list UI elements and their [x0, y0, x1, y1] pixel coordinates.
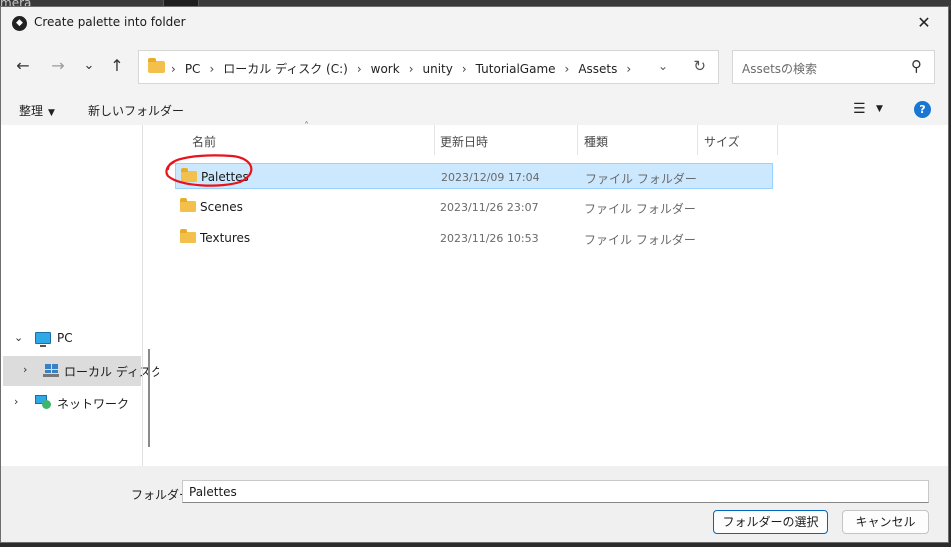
column-divider[interactable] — [434, 125, 435, 155]
search-box[interactable]: Assetsの検索 ⚲ — [732, 50, 935, 84]
cancel-button[interactable]: キャンセル — [842, 510, 929, 534]
view-options-icon[interactable]: ☰ — [853, 101, 866, 117]
breadcrumb-separator: › — [171, 61, 176, 76]
navigation-pane: ⌄ PC › ローカル ディスク › ネットワーク — [1, 125, 163, 466]
recent-locations-chevron-icon[interactable]: ⌄ — [78, 55, 100, 77]
chevron-right-icon[interactable]: › — [23, 363, 27, 376]
file-type: ファイル フォルダー — [584, 202, 696, 216]
help-icon[interactable]: ? — [914, 101, 931, 118]
file-type: ファイル フォルダー — [585, 172, 697, 186]
view-caret-icon[interactable]: ▼ — [876, 104, 883, 114]
folder-name-field[interactable]: Palettes — [182, 480, 929, 503]
breadcrumb-work[interactable]: work — [371, 62, 400, 76]
file-date: 2023/12/09 17:04 — [441, 171, 540, 184]
red-circle-annotation — [165, 154, 253, 187]
organize-label: 整理 — [19, 104, 44, 118]
navigation-bar: ← → ⌄ ↑ › PC › ローカル ディスク (C:) › work › u… — [1, 39, 948, 95]
command-bar: 整理 ▼ 新しいフォルダー ☰ ▼ ? — [1, 95, 948, 125]
close-button[interactable]: ✕ — [906, 11, 942, 35]
file-type: ファイル フォルダー — [584, 233, 696, 247]
file-date: 2023/11/26 23:07 — [440, 201, 539, 214]
breadcrumb: › PC › ローカル ディスク (C:) › work › unity › T… — [171, 60, 640, 77]
title-bar: ◆ Create palette into folder ✕ — [1, 7, 948, 39]
address-bar[interactable]: › PC › ローカル ディスク (C:) › work › unity › T… — [138, 50, 719, 84]
breadcrumb-separator[interactable]: › — [409, 62, 414, 76]
pc-icon — [35, 332, 51, 347]
column-header-type[interactable]: 種類 — [584, 133, 608, 150]
column-divider[interactable] — [577, 125, 578, 155]
sidebar-item-label: PC — [57, 331, 73, 345]
table-row[interactable]: Textures 2023/11/26 10:53 ファイル フォルダー — [175, 225, 773, 251]
folder-icon — [180, 229, 196, 243]
breadcrumb-unity[interactable]: unity — [423, 62, 453, 76]
folder-icon — [180, 198, 196, 212]
pane-divider — [142, 125, 143, 466]
back-arrow-icon[interactable]: ← — [12, 55, 34, 77]
file-dialog: ◆ Create palette into folder ✕ ← → ⌄ ↑ ›… — [0, 6, 949, 543]
sidebar-item-label: ネットワーク — [57, 397, 130, 411]
breadcrumb-separator[interactable]: › — [626, 62, 631, 76]
new-folder-button[interactable]: 新しいフォルダー — [88, 102, 184, 119]
windows-drive-icon — [43, 364, 59, 378]
search-icon[interactable]: ⚲ — [911, 57, 922, 75]
column-divider[interactable] — [777, 125, 778, 155]
file-date: 2023/11/26 10:53 — [440, 232, 539, 245]
breadcrumb-tutorialgame[interactable]: TutorialGame — [476, 62, 556, 76]
window-title: Create palette into folder — [34, 15, 186, 29]
breadcrumb-pc[interactable]: PC — [185, 62, 201, 76]
sidebar-item-pc[interactable]: ⌄ PC — [3, 324, 141, 354]
column-header-name[interactable]: 名前 — [192, 133, 216, 150]
column-header-date[interactable]: 更新日時 — [440, 133, 488, 150]
refresh-icon[interactable]: ↻ — [693, 57, 706, 75]
chevron-right-icon[interactable]: › — [14, 395, 18, 408]
network-icon — [35, 395, 51, 409]
column-divider[interactable] — [697, 125, 698, 155]
breadcrumb-local-disk[interactable]: ローカル ディスク (C:) — [223, 60, 348, 77]
address-folder-icon — [148, 58, 165, 73]
breadcrumb-separator[interactable]: › — [462, 62, 467, 76]
navigation-scrollbar[interactable] — [148, 349, 150, 447]
caret-down-icon: ▼ — [48, 108, 55, 118]
file-name: Textures — [200, 231, 251, 245]
table-row[interactable]: Scenes 2023/11/26 23:07 ファイル フォルダー — [175, 194, 773, 220]
search-input[interactable]: Assetsの検索 — [742, 60, 817, 77]
organize-menu-button[interactable]: 整理 ▼ — [19, 102, 55, 119]
file-list: ˄ 名前 更新日時 種類 サイズ Palettes 2023/12/09 17:… — [159, 121, 948, 466]
chevron-down-icon[interactable]: ⌄ — [14, 331, 23, 344]
sidebar-item-network[interactable]: › ネットワーク — [3, 388, 141, 418]
forward-arrow-icon[interactable]: → — [47, 55, 69, 77]
table-row[interactable]: Palettes 2023/12/09 17:04 ファイル フォルダー — [175, 163, 773, 189]
up-arrow-icon[interactable]: ↑ — [106, 55, 128, 77]
sidebar-item-local-disk[interactable]: › ローカル ディスク — [3, 356, 163, 386]
address-history-chevron-icon[interactable]: ⌄ — [658, 59, 668, 73]
sort-ascending-icon: ˄ — [304, 121, 309, 132]
dialog-footer: フォルダー: Palettes フォルダーの選択 キャンセル — [1, 466, 948, 542]
breadcrumb-separator[interactable]: › — [357, 62, 362, 76]
column-header-size[interactable]: サイズ — [704, 133, 740, 150]
folder-name-value[interactable]: Palettes — [189, 485, 237, 499]
breadcrumb-separator[interactable]: › — [565, 62, 570, 76]
unity-app-icon: ◆ — [12, 16, 27, 31]
breadcrumb-separator[interactable]: › — [209, 62, 214, 76]
breadcrumb-assets[interactable]: Assets — [578, 62, 617, 76]
file-name: Scenes — [200, 200, 243, 214]
select-folder-button[interactable]: フォルダーの選択 — [713, 510, 828, 534]
